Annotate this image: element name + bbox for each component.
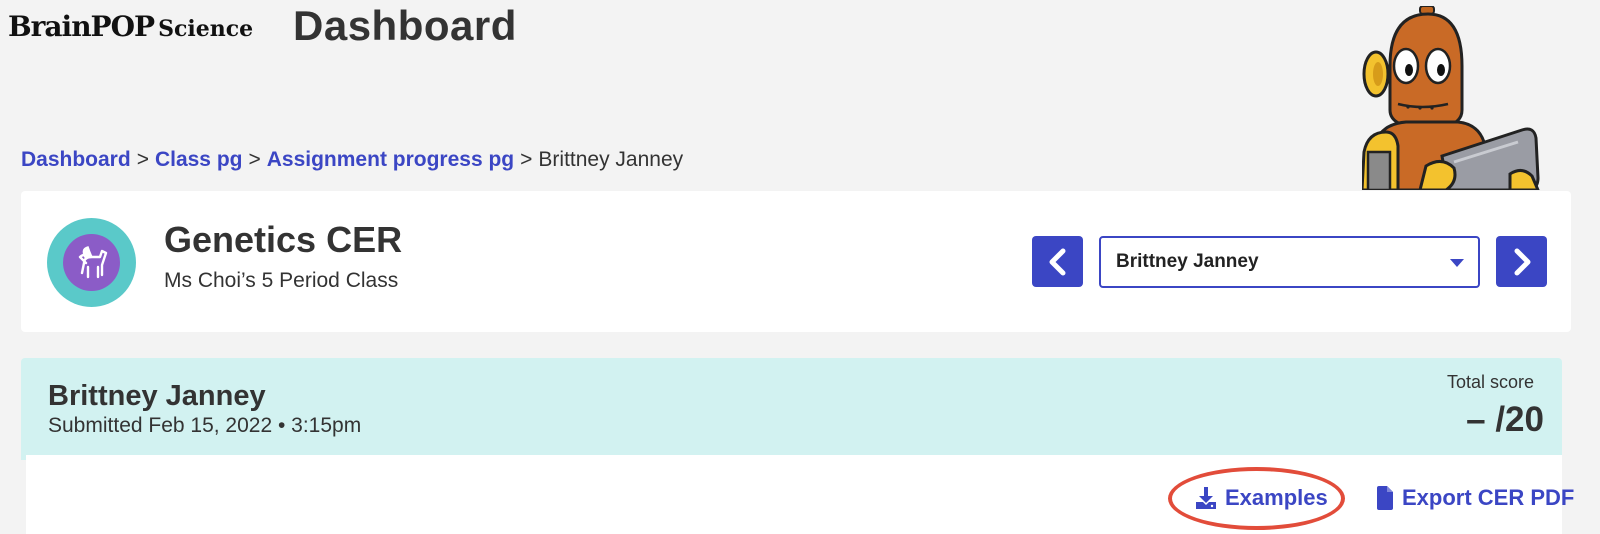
submission-header: Brittney Janney Submitted Feb 15, 2022 •…	[21, 358, 1562, 460]
breadcrumb-separator: >	[520, 148, 533, 171]
assignment-avatar	[47, 218, 136, 307]
total-score-label: Total score	[1446, 372, 1534, 392]
document-icon	[1377, 486, 1393, 510]
logo-sub: Science	[158, 16, 254, 42]
breadcrumb-current: Brittney Janney	[538, 148, 684, 171]
submitted-timestamp: Submitted Feb 15, 2022 • 3:15pm	[48, 414, 362, 437]
submission-body: Examples Export CER PDF	[26, 455, 1574, 534]
chevron-right-icon	[1514, 248, 1530, 275]
chevron-down-icon	[1450, 259, 1464, 267]
student-name: Brittney Janney	[48, 380, 266, 412]
student-select-dropdown[interactable]: Brittney Janney	[1099, 236, 1480, 288]
breadcrumb-class-link[interactable]: Class pg	[155, 148, 243, 171]
export-cer-pdf-button[interactable]: Export CER PDF	[1376, 485, 1574, 511]
breadcrumb-dashboard-link[interactable]: Dashboard	[21, 148, 131, 171]
examples-button[interactable]: Examples	[1195, 485, 1328, 511]
breadcrumb-separator: >	[136, 148, 149, 171]
next-student-button[interactable]	[1496, 236, 1547, 287]
previous-student-button[interactable]	[1032, 236, 1083, 287]
student-select-value: Brittney Janney	[1116, 251, 1259, 272]
chevron-left-icon	[1049, 248, 1065, 275]
assignment-header-card: Genetics CER Ms Choi’s 5 Period Class Br…	[21, 191, 1571, 332]
assignment-title: Genetics CER	[164, 219, 403, 260]
export-cer-pdf-label: Export CER PDF	[1402, 485, 1575, 510]
breadcrumb-separator: >	[248, 148, 261, 171]
class-name: Ms Choi’s 5 Period Class	[164, 269, 399, 292]
moby-robot-mascot	[1362, 6, 1540, 190]
brainpop-science-logo[interactable]: BrainPOP Science	[8, 10, 253, 43]
page-title: Dashboard	[293, 2, 517, 49]
breadcrumb: Dashboard > Class pg > Assignment progress p…	[21, 148, 683, 172]
logo-brand: BrainPOP	[8, 10, 155, 43]
pegasus-icon	[78, 245, 107, 278]
breadcrumb-assignment-link[interactable]: Assignment progress pg	[267, 148, 514, 171]
examples-label: Examples	[1225, 485, 1328, 510]
total-score-value: – /20	[1466, 400, 1544, 439]
download-icon	[1196, 487, 1216, 509]
